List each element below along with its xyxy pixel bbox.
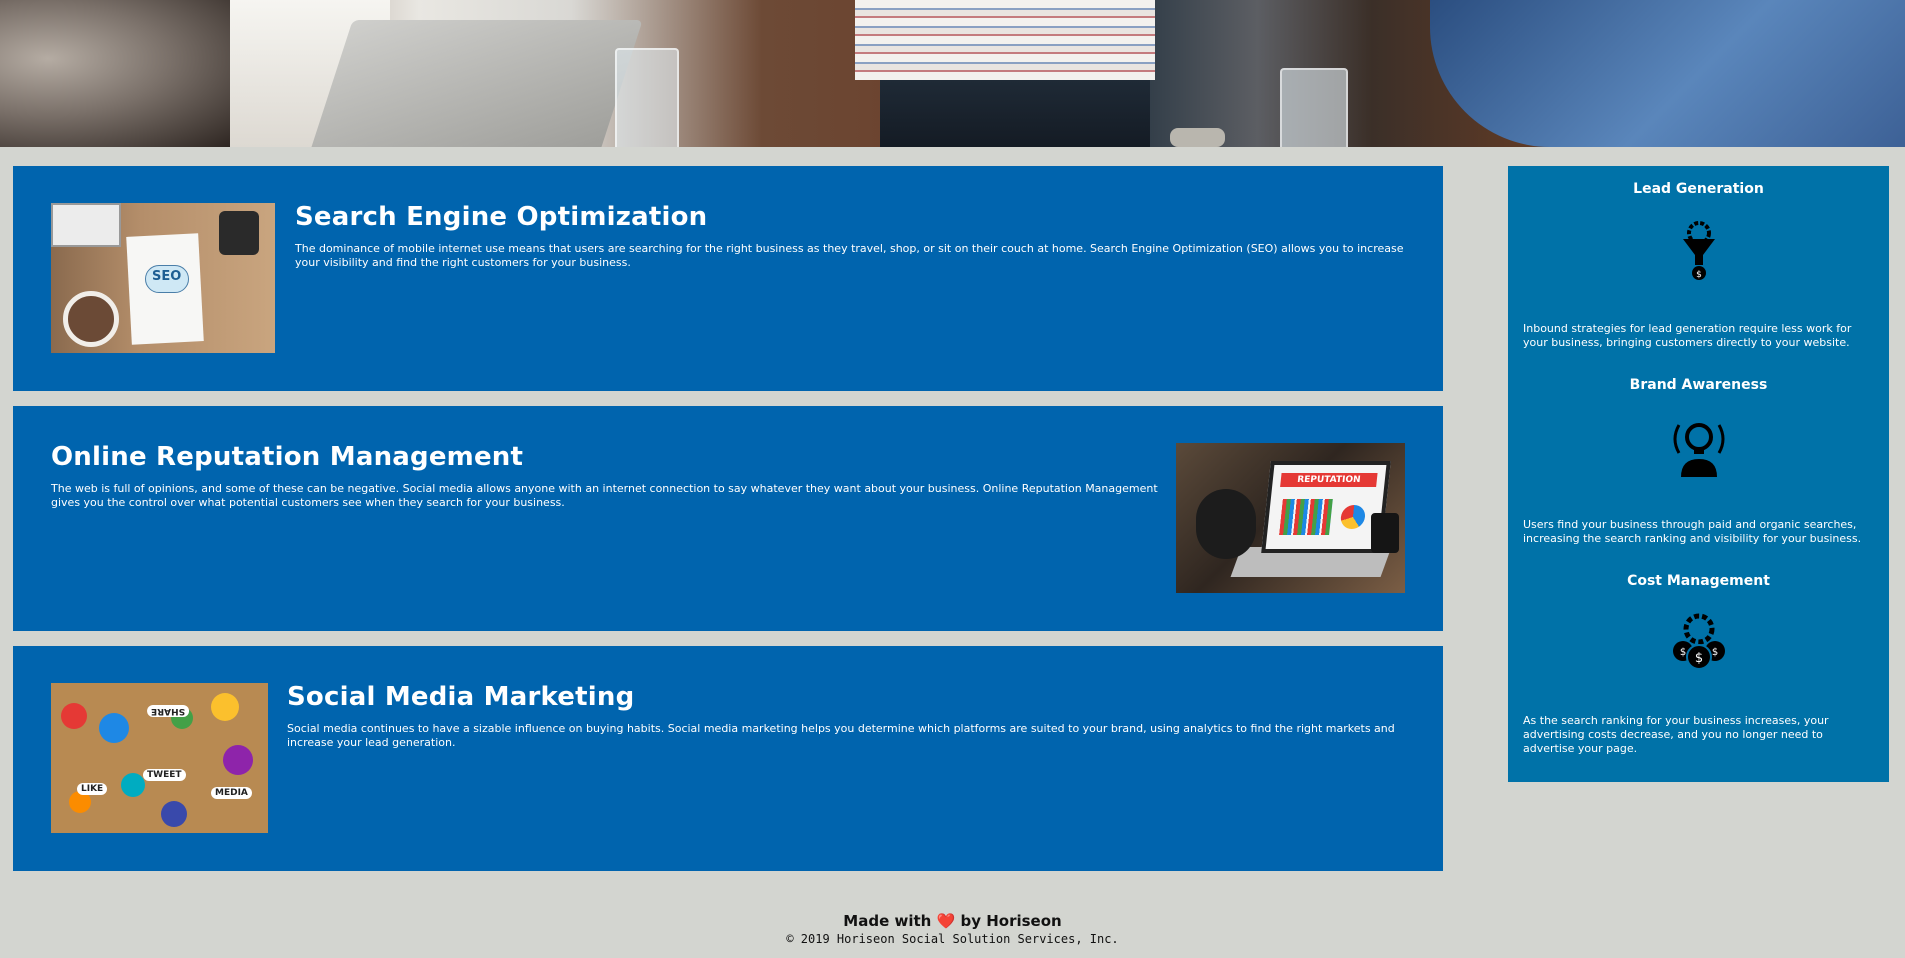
hero-laptop [307, 20, 643, 147]
hero-glass-left [615, 48, 679, 147]
keyboard-shape [51, 203, 121, 247]
social-bubble-purple [223, 745, 253, 775]
social-media-body: Social media continues to have a sizable… [287, 722, 1395, 749]
like-label: LIKE [77, 783, 108, 795]
hero-striped-shirt [855, 0, 1155, 80]
media-label: MEDIA [211, 787, 252, 799]
social-media-marketing-card: TWEET LIKE MEDIA SHARE Social Media Mark… [13, 646, 1443, 871]
reputation-laptop-image: REPUTATION [1176, 443, 1405, 593]
svg-text:$: $ [1696, 270, 1702, 280]
share-label: SHARE [147, 705, 190, 717]
lead-generation-title: Lead Generation [1633, 181, 1764, 197]
hero-glass-right [1280, 68, 1348, 147]
coffee-cup-shape [1371, 513, 1399, 553]
reputation-title: Online Reputation Management [51, 442, 524, 472]
hero-denim-arm [1430, 0, 1905, 147]
screen-pie-chart-shape [1339, 505, 1367, 529]
cost-management-body: As the search ranking for your business … [1523, 714, 1829, 755]
cost-coins-icon: $ $ $ [1673, 613, 1725, 670]
seo-title: Search Engine Optimization [295, 202, 708, 232]
heart-icon: ❤️ [936, 912, 956, 930]
svg-text:$: $ [1695, 651, 1703, 666]
social-media-title: Social Media Marketing [287, 682, 635, 712]
reputation-body: The web is full of opinions, and some of… [51, 482, 1158, 509]
lead-generation-section: Lead Generation $ Inbound strategies for… [1508, 181, 1889, 349]
tweet-label: TWEET [143, 769, 186, 781]
brand-lightbulb-icon [1673, 423, 1725, 477]
seo-image-label: SEO [152, 269, 182, 284]
pen-holder-shape [219, 211, 259, 255]
cost-management-section: Cost Management $ $ $ As the search rank… [1508, 573, 1889, 755]
social-bubble-yellow [211, 693, 239, 721]
hero-jeans [880, 80, 1150, 147]
social-bubble-red [61, 703, 87, 729]
footer-made-with: Made with ❤️ by Horiseon [0, 912, 1905, 930]
footer-made-suffix: by Horiseon [960, 912, 1062, 930]
hand-with-phone-shape [1196, 489, 1256, 559]
search-engine-optimization-card: SEO Search Engine Optimization The domin… [13, 166, 1443, 391]
screen-bar-chart-shape [1279, 499, 1333, 535]
footer-made-prefix: Made with [843, 912, 932, 930]
brand-awareness-body: Users find your business through paid an… [1523, 518, 1862, 545]
lead-generation-body: Inbound strategies for lead generation r… [1523, 322, 1852, 349]
brand-awareness-section: Brand Awareness Users find your business… [1508, 377, 1889, 545]
seo-illustration-image: SEO [51, 203, 275, 353]
svg-text:$: $ [1680, 647, 1686, 658]
hero-banner-image [0, 0, 1905, 147]
svg-text:$: $ [1712, 647, 1718, 658]
benefits-sidebar: Lead Generation $ Inbound strategies for… [1508, 166, 1889, 782]
hero-watch [1170, 128, 1225, 147]
brand-awareness-title: Brand Awareness [1629, 377, 1768, 393]
cost-management-title: Cost Management [1627, 573, 1770, 589]
lead-funnel-icon: $ [1683, 221, 1715, 280]
hero-person-left [0, 0, 240, 147]
social-bubble-indigo [161, 801, 187, 827]
social-media-image: TWEET LIKE MEDIA SHARE [51, 683, 268, 833]
footer-copyright: © 2019 Horiseon Social Solution Services… [786, 932, 1119, 946]
online-reputation-management-card: Online Reputation Management The web is … [13, 406, 1443, 631]
social-bubble-blue [99, 713, 129, 743]
social-bubble-teal [121, 773, 145, 797]
seo-body: The dominance of mobile internet use mea… [295, 242, 1404, 269]
coffee-cup-shape [63, 291, 119, 347]
reputation-image-label: REPUTATION [1280, 473, 1378, 487]
